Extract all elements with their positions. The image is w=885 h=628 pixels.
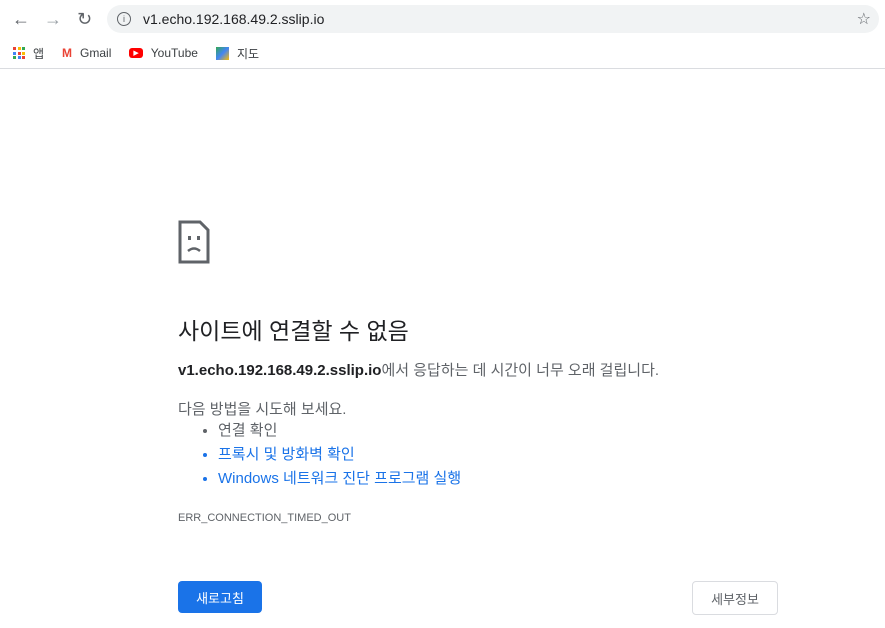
bookmark-apps[interactable]: 앱 <box>13 45 44 62</box>
error-message: v1.echo.192.168.49.2.sslip.io에서 응답하는 데 시… <box>178 359 659 380</box>
gmail-icon: M <box>62 46 73 60</box>
apps-grid-icon <box>13 47 25 59</box>
bookmark-maps[interactable]: 지도 <box>215 45 260 62</box>
bookmarks-bar: 앱 M Gmail ▶ YouTube 지도 <box>0 38 885 69</box>
info-icon[interactable]: i <box>117 12 131 26</box>
url-text[interactable]: v1.echo.192.168.49.2.sslip.io <box>143 11 324 27</box>
bookmark-label: YouTube <box>150 46 198 60</box>
error-title: 사이트에 연결할 수 없음 <box>178 318 409 344</box>
maps-icon <box>215 46 229 60</box>
bookmark-gmail[interactable]: M Gmail <box>62 46 111 60</box>
bookmark-label: 앱 <box>33 46 45 61</box>
suggestion-check-connection: 연결 확인 <box>218 419 461 443</box>
browser-toolbar: ← → ↻ i v1.echo.192.168.49.2.sslip.io ☆ <box>0 0 885 38</box>
reload-button[interactable]: 새로고침 <box>178 581 262 613</box>
try-label: 다음 방법을 시도해 보세요. <box>178 401 347 418</box>
bookmark-label: Gmail <box>80 46 112 60</box>
reload-icon[interactable]: ↻ <box>77 9 92 30</box>
sad-page-icon <box>178 220 210 264</box>
youtube-icon: ▶ <box>129 48 143 58</box>
bookmark-label: 지도 <box>236 46 260 61</box>
forward-icon[interactable]: → <box>44 9 62 30</box>
back-icon[interactable]: ← <box>12 9 30 30</box>
suggestion-network-diagnostics[interactable]: Windows 네트워크 진단 프로그램 실행 <box>218 467 461 491</box>
suggestions-list: 연결 확인 프록시 및 방화벽 확인 Windows 네트워크 진단 프로그램 … <box>178 419 461 491</box>
details-button[interactable]: 세부정보 <box>692 581 778 615</box>
host: v1.echo.192.168.49.2.sslip.io <box>178 362 382 379</box>
address-bar[interactable]: i v1.echo.192.168.49.2.sslip.io ☆ <box>107 5 879 33</box>
bookmark-youtube[interactable]: ▶ YouTube <box>129 46 198 60</box>
suggestion-proxy-firewall[interactable]: 프록시 및 방화벽 확인 <box>218 443 461 467</box>
message-text: 에서 응답하는 데 시간이 너무 오래 걸립니다. <box>381 362 660 379</box>
star-icon[interactable]: ☆ <box>857 9 871 29</box>
error-code: ERR_CONNECTION_TIMED_OUT <box>178 512 351 524</box>
